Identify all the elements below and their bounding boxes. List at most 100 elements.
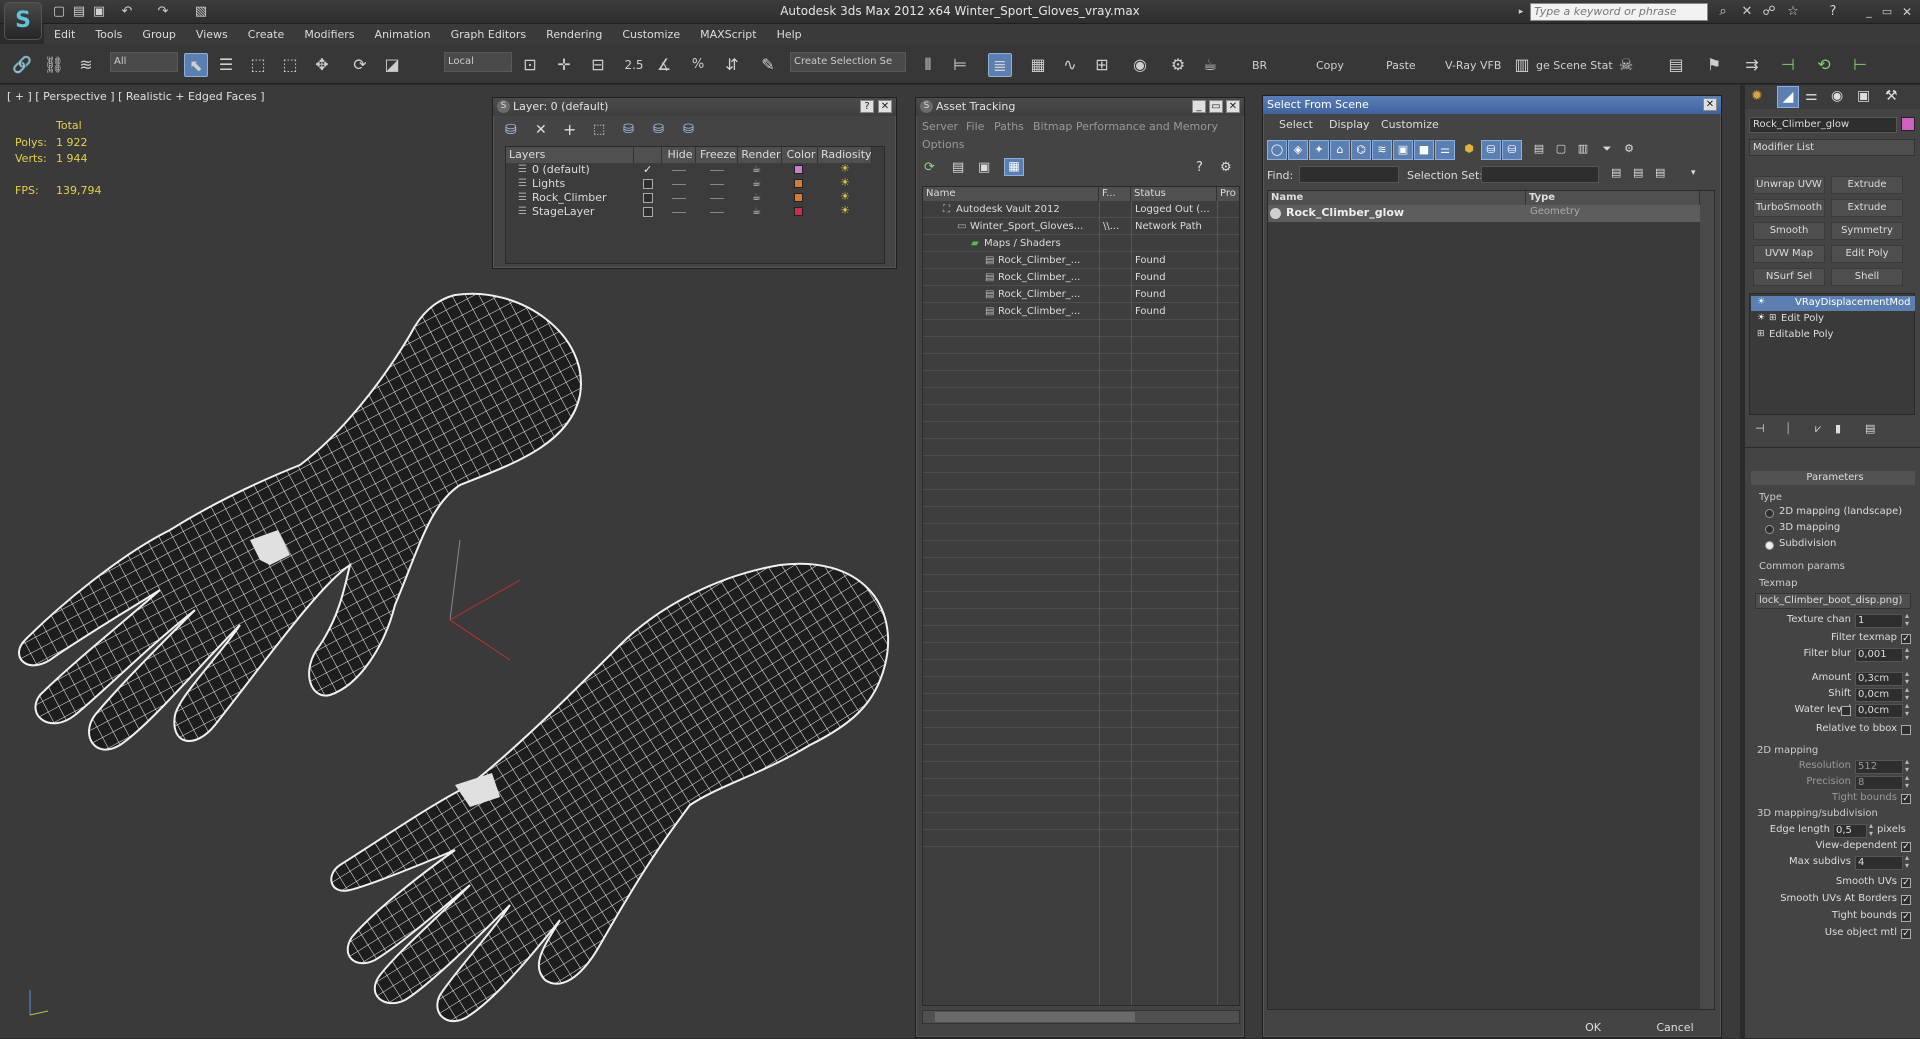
asset-row[interactable] [923,541,1239,558]
highlight-layer-icon[interactable]: ⛁ [623,122,634,137]
layer-color-swatch[interactable] [794,165,803,174]
snaps-toggle-icon[interactable]: 2.5 [622,53,646,77]
selection-set-dropdown[interactable] [1481,166,1599,183]
filter-frozen-icon[interactable]: ⛁ [1481,140,1501,160]
filter-hidden-icon[interactable]: ⛁ [1502,140,1522,160]
render-setup-icon[interactable]: ⚙ [1166,53,1190,77]
asset-row[interactable]: ▤ Rock_Climber_... Found [923,286,1239,303]
select-link-icon[interactable]: 🔗 [10,53,34,77]
ok-button[interactable]: OK [1553,1021,1633,1039]
remove-modifier-icon[interactable]: ▮ [1835,422,1841,435]
curve-editor-icon[interactable]: ∿ [1058,53,1082,77]
render-teapot-icon[interactable]: ☕ [752,177,761,191]
tool-a-icon[interactable]: ▤ [1664,53,1688,77]
filter-texmap-checkbox[interactable]: ✓ [1901,634,1911,644]
new-layer-icon[interactable]: ⛁ [505,122,517,138]
select-object-icon[interactable]: ⬉ [184,53,208,77]
project-folder-icon[interactable]: ▧ [192,3,210,21]
asset-maximize-button[interactable]: ▭ [1209,100,1223,113]
layer-color-swatch[interactable] [794,179,803,188]
amount-spinner[interactable]: 0,3cm [1855,672,1903,686]
asset-row[interactable] [923,558,1239,575]
current-layer-checkbox[interactable] [643,193,653,203]
tool-b-icon[interactable]: ⚑ [1702,53,1726,77]
minimize-icon[interactable]: _ [1860,3,1878,21]
restore-icon[interactable]: ▭ [1878,3,1896,21]
scene-stat-button[interactable]: ge Scene Stat [1536,59,1613,72]
select-by-name-icon[interactable]: ☰ [214,53,238,77]
expand-plus-icon[interactable]: ⊞ [1757,329,1765,339]
bulb-icon[interactable]: ☀ [1757,297,1765,307]
keyboard-shortcut-icon[interactable]: ⊟ [586,53,610,77]
layer-row[interactable]: ☰ Lights ☕ ☀ [506,176,872,191]
asset-row[interactable] [923,439,1239,456]
asset-col-f[interactable]: F... [1099,187,1131,201]
filter-xrefs-icon[interactable]: ■ [1414,140,1434,160]
spinner-arrows-icon[interactable]: ▴ ▾ [1905,686,1909,702]
display-none-icon[interactable]: ▢ [1551,140,1571,160]
asset-close-button[interactable]: ✕ [1226,100,1240,113]
hide-toggle[interactable] [672,198,686,199]
binoculars-icon[interactable]: ⌕ [1714,3,1732,21]
radiosity-icon[interactable]: ☀ [840,176,850,190]
modifier-button-symmetry[interactable]: Symmetry [1831,222,1903,240]
select-menu-select[interactable]: Select [1279,118,1313,131]
delete-layer-icon[interactable]: ✕ [535,122,547,138]
select-menu-display[interactable]: Display [1329,118,1370,131]
tight-bounds-3d-checkbox[interactable]: ✓ [1901,912,1911,922]
object-name-field[interactable]: Rock_Climber_glow [1749,117,1897,133]
filter-shapes-icon[interactable]: ◈ [1288,140,1308,160]
material-editor-icon[interactable]: ◉ [1128,53,1152,77]
shift-spinner[interactable]: 0,0cm [1855,688,1903,702]
asset-row[interactable]: ⛶ Autodesk Vault 2012 Logged Out (... [923,201,1239,218]
render-teapot-icon[interactable]: ☕ [1198,53,1222,77]
modifier-button-nsurf-sel[interactable]: NSurf Sel [1753,268,1825,286]
hide-toggle[interactable] [672,212,686,213]
window-crossing-icon[interactable]: ⬚ [278,53,302,77]
tight-bounds-2d-checkbox[interactable]: ✓ [1901,794,1911,804]
expand-arrow-icon[interactable]: ▸ [1512,3,1530,21]
use-object-mtl-checkbox[interactable]: ✓ [1901,929,1911,939]
percent-snap-icon[interactable]: % [686,53,710,77]
modifier-button-edit-poly[interactable]: Edit Poly [1831,245,1903,263]
bulb-icon[interactable]: ☀ [1757,313,1765,323]
selection-filter-dropdown[interactable]: All [110,52,178,72]
asset-row[interactable] [923,813,1239,830]
filter-bones-icon[interactable]: ⚌ [1435,140,1455,160]
asset-row[interactable] [923,779,1239,796]
schematic-view-icon[interactable]: ⊞ [1090,53,1114,77]
asset-list-icon[interactable]: ▤ [952,160,964,175]
select-move-icon[interactable]: ✥ [310,53,334,77]
asset-row[interactable] [923,711,1239,728]
menu-customize[interactable]: Customize [612,28,690,41]
view-dependent-checkbox[interactable]: ✓ [1901,842,1911,852]
glove-left[interactable] [18,292,582,751]
named-selection-dropdown[interactable]: Create Selection Se [790,52,906,72]
edge-length-spinner[interactable]: 0,5 [1833,824,1867,838]
current-layer-checkbox[interactable] [643,179,653,189]
filter-lights-icon[interactable]: ✦ [1309,140,1329,160]
asset-row[interactable] [923,405,1239,422]
modifier-button-smooth[interactable]: Smooth [1753,222,1825,240]
modifier-button-uvw-map[interactable]: UVW Map [1753,245,1825,263]
menu-animation[interactable]: Animation [365,28,441,41]
smooth-uvs-borders-checkbox[interactable]: ✓ [1901,895,1911,905]
freeze-toggle[interactable] [710,212,724,213]
paste-button[interactable]: Paste [1386,59,1416,72]
display-invert-icon[interactable]: ▥ [1573,140,1593,160]
tool-e-icon[interactable]: ⟲ [1812,53,1836,77]
layer-col-radiosity[interactable]: Radiosity [818,147,872,163]
vray-vfb-button[interactable]: V-Ray VFB [1445,59,1501,72]
filter-funnel-icon[interactable]: ⏷ [1597,140,1617,160]
filter-spacewarps-icon[interactable]: ≋ [1372,140,1392,160]
filter-containers-icon[interactable]: ⬢ [1459,140,1479,160]
display-tab-icon[interactable]: ▣ [1857,88,1870,104]
spinner-arrows-icon[interactable]: ▴ ▾ [1905,612,1909,628]
filter-cameras-icon[interactable]: ⌂ [1330,140,1350,160]
asset-row[interactable]: ▤ Rock_Climber_... Found [923,252,1239,269]
asset-row[interactable] [923,456,1239,473]
hide-all-icon[interactable]: ⛁ [653,122,664,137]
spinner-arrows-icon[interactable]: ▴ ▾ [1869,822,1873,838]
layer-close-button[interactable]: ✕ [878,100,892,113]
freeze-all-icon[interactable]: ⛁ [683,122,694,137]
